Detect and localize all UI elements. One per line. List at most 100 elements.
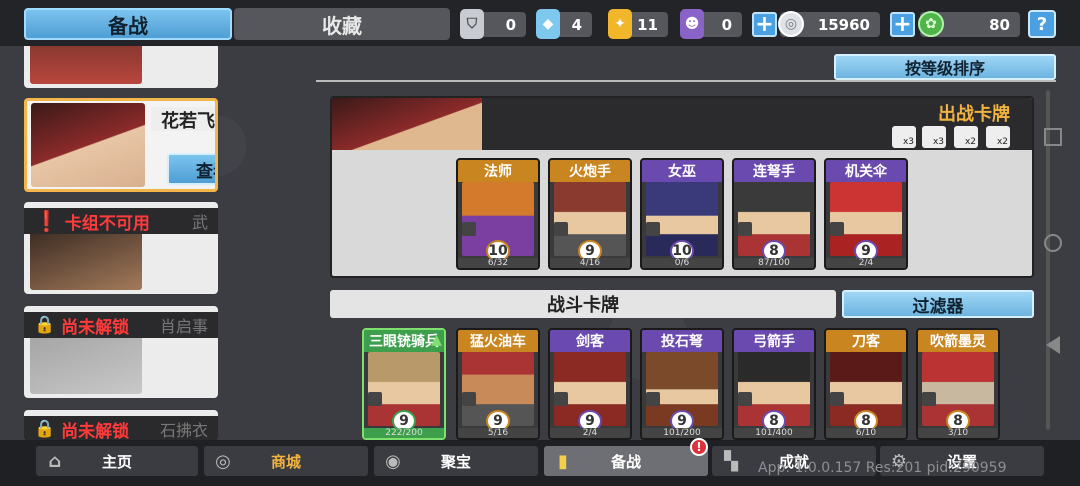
hero-portrait [30,46,142,84]
multiplier-badge: x3 [922,126,946,148]
resource-silver-shield: ⛉ 0 [460,9,526,39]
view-details-button[interactable]: 查看详情 [167,153,215,185]
hero-name: 花若飞 [151,107,215,132]
recent-apps-icon[interactable] [1044,128,1062,146]
battle-card[interactable]: 剑客 9 2/4 [548,328,632,440]
card-name: 吹箭墨灵 [918,330,998,352]
deck-card[interactable]: 女巫 10 0/6 [640,158,724,270]
sort-by-level-button[interactable]: 按等级排序 [834,54,1056,80]
resource-blue-crystal: ◆ 4 [536,9,592,39]
hero-card-xiao-qishi[interactable]: 🔒 尚未解锁 肖启事 [24,306,218,398]
gold-badge-icon: ✦ [608,9,632,39]
hero-banner-portrait [332,98,482,150]
card-name: 弓箭手 [734,330,814,352]
resource-purple-mask: ☻ 0 [680,9,742,39]
top-bar: 备战 收藏 ⛉ 0 ◆ 4 ✦ 11 ☻ 0 + 15960 ◎ + 80 ✿ … [0,0,1080,46]
locked-bar: 🔒 尚未解锁 肖启事 [24,312,218,338]
nav-deploy[interactable]: ▮ 备战 [544,446,708,476]
coins-icon: ◎ [215,450,231,472]
card-type-icon [462,222,476,236]
nav-treasure[interactable]: ◉ 聚宝 [374,446,538,476]
silver-coin-icon: ◎ [778,11,804,37]
card-name: 投石弩 [642,330,722,352]
card-name: 火炮手 [550,160,630,182]
tab-deploy[interactable]: 备战 [24,8,232,40]
hero-card-hua-ruofei[interactable]: 花若飞 查看详情 [24,98,218,192]
upgrade-arrow-icon: ▲ [431,332,442,348]
divider [316,80,1056,82]
multiplier-badge: x2 [954,126,978,148]
card-type-icon [738,222,752,236]
home-building-icon: ⌂ [48,450,62,472]
card-type-icon [462,392,476,406]
hero-card-partial[interactable] [24,46,218,88]
notification-badge: ! [690,438,708,456]
add-gem-button[interactable]: + [890,12,915,37]
tab-collection[interactable]: 收藏 [234,8,450,40]
lock-icon: 🔒 [34,419,56,439]
hero-card-wu[interactable]: ❗ 卡组不可用 武 [24,202,218,294]
resource-gold-badge: ✦ 11 [608,9,668,39]
battle-card[interactable]: 投石弩 9 101/200 [640,328,724,440]
battle-card[interactable]: 猛火油车 9 5/16 [456,328,540,440]
debug-version-text: App: 1.0.0.157 Res:201 pid:290959 [758,460,1007,476]
back-triangle-icon[interactable] [1046,336,1060,354]
card-name: 刀客 [826,330,906,352]
nav-shop[interactable]: ◎ 商城 [204,446,368,476]
battle-card[interactable]: 三眼铳骑兵 ▲ 9 222/200 [362,328,446,440]
card-progress: 5/16 [458,428,538,438]
battle-card[interactable]: 弓箭手 8 101/400 [732,328,816,440]
card-type-icon [368,392,382,406]
deck-header: 出战卡牌 x3 x3 x2 x2 [332,98,1032,150]
help-button[interactable]: ? [1028,10,1056,38]
deck-title: 出战卡牌 [938,104,1010,125]
treasure-bowl-icon: ◉ [385,450,401,472]
blue-crystal-icon: ◆ [536,9,560,39]
home-circle-icon[interactable] [1044,234,1062,252]
deck-card[interactable]: 连弩手 8 87/100 [732,158,816,270]
deck-card[interactable]: 机关伞 9 2/4 [824,158,908,270]
card-progress: 0/6 [642,258,722,268]
deck-unavailable-bar: ❗ 卡组不可用 武 [24,208,218,234]
achievement-grid-icon: ▚ [724,450,738,472]
add-silver-button[interactable]: + [752,12,777,37]
card-type-icon [830,222,844,236]
card-type-icon [554,222,568,236]
card-type-icon [922,392,936,406]
card-progress: 101/400 [734,428,814,438]
battle-card[interactable]: 刀客 8 6/10 [824,328,908,440]
card-type-icon [738,392,752,406]
hero-portrait [30,230,142,290]
card-type-icon [830,392,844,406]
multiplier-badge: x3 [892,126,916,148]
card-progress: 2/4 [550,428,630,438]
purple-mask-icon: ☻ [680,9,704,39]
card-name: 法师 [458,160,538,182]
card-progress: 6/10 [826,428,906,438]
card-name: 猛火油车 [458,330,538,352]
card-progress: 87/100 [734,258,814,268]
hero-card-shi-fuyi[interactable]: 🔒 尚未解锁 石拂衣 [24,410,218,442]
lock-icon: 🔒 [34,315,56,335]
card-progress: 101/200 [642,428,722,438]
silver-shield-icon: ⛉ [460,9,484,39]
card-name: 剑客 [550,330,630,352]
hero-portrait [31,103,145,187]
card-type-icon [646,392,660,406]
battle-card[interactable]: 吹箭墨灵 8 3/10 [916,328,1000,440]
card-progress: 222/200 [364,428,444,438]
card-type-icon [554,392,568,406]
multiplier-badge: x2 [986,126,1010,148]
deck-card[interactable]: 法师 10 6/32 [456,158,540,270]
card-type-icon [646,222,660,236]
card-progress: 2/4 [826,258,906,268]
nav-home[interactable]: ⌂ 主页 [36,446,198,476]
exclamation-icon: ❗ [34,209,59,233]
deck-card[interactable]: 火炮手 9 4/16 [548,158,632,270]
hero-portrait [30,334,142,394]
card-progress: 4/16 [550,258,630,268]
battle-cards-title: 战斗卡牌 [330,290,836,318]
filter-button[interactable]: 过滤器 [842,290,1034,318]
card-name: 女巫 [642,160,722,182]
card-name: 连弩手 [734,160,814,182]
